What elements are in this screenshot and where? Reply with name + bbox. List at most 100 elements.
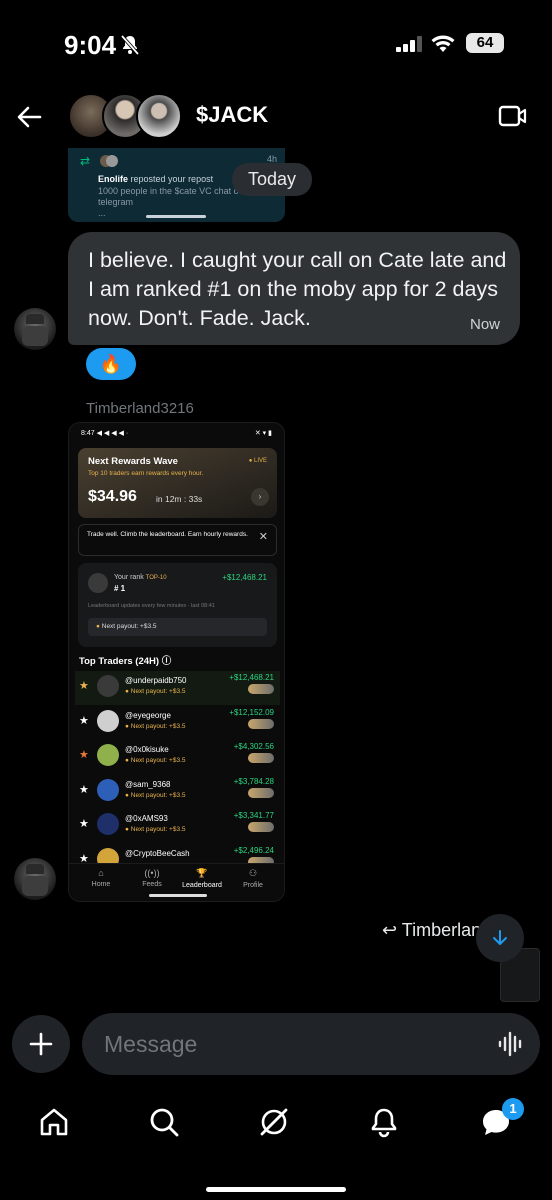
payout-dot-icon: ● xyxy=(96,623,100,630)
chat-header: $JACK xyxy=(0,90,552,148)
trader-payout: ● Next payout: +$3.5 xyxy=(125,688,186,695)
star-icon: ★ xyxy=(79,818,89,830)
message-bubble[interactable]: I believe. I caught your call on Cate la… xyxy=(68,232,520,345)
chat-title[interactable]: $JACK xyxy=(196,102,268,128)
plus-icon xyxy=(29,1032,53,1056)
trader-name: @0x0kisuke xyxy=(125,745,169,754)
star-icon: ★ xyxy=(79,680,89,692)
tab-label: Profile xyxy=(243,882,263,889)
coin-stack-icon xyxy=(248,719,274,729)
coin-stack-icon xyxy=(248,788,274,798)
avatar xyxy=(97,779,119,801)
scroll-down-button[interactable] xyxy=(476,914,524,962)
sender-avatar[interactable] xyxy=(14,858,56,900)
screenshot-status-icons: ✕ ▾ ▮ xyxy=(254,430,272,437)
trader-payout: ● Next payout: +$3.5 xyxy=(125,826,186,833)
search-icon xyxy=(150,1108,179,1137)
trader-name: @0xAMS93 xyxy=(125,814,168,823)
repost-user: Enolife reposted your repost xyxy=(98,174,213,184)
reply-preview[interactable]: ↩ Timberlanc xyxy=(382,920,490,941)
star-icon: ★ xyxy=(79,715,89,727)
video-call-icon[interactable] xyxy=(498,104,528,133)
avatar xyxy=(97,710,119,732)
tab-leaderboard: 🏆 Leaderboard xyxy=(177,868,227,889)
payout-dot-icon: ● xyxy=(125,826,129,833)
payout-dot-icon: ● xyxy=(125,688,129,695)
live-label: LIVE xyxy=(253,458,267,464)
repost-text-line1: 1000 people in the $cate VC chat o xyxy=(98,186,239,196)
repost-icon: ⇄ xyxy=(80,154,91,168)
trader-payout-text: Next payout: +$3.5 xyxy=(130,688,186,695)
repost-action: reposted your repost xyxy=(130,174,214,184)
silent-bell-icon xyxy=(120,34,140,61)
status-bar: 9:04 64 xyxy=(0,0,552,90)
tab-label: Leaderboard xyxy=(182,882,222,889)
avatar xyxy=(97,744,119,766)
coin-stack-icon xyxy=(248,753,274,763)
close-icon: ✕ xyxy=(258,531,268,543)
payout-dot-icon: ● xyxy=(125,723,129,730)
home-icon xyxy=(40,1108,68,1136)
tip-banner: Trade well. Climb the leaderboard. Earn … xyxy=(78,524,277,556)
add-attachment-button[interactable] xyxy=(12,1015,70,1073)
rank-label: Your rank TOP-10 xyxy=(114,574,167,581)
home-indicator xyxy=(206,1187,346,1192)
message-text: I believe. I caught your call on Cate la… xyxy=(88,248,507,330)
tip-text: Trade well. Climb the leaderboard. Earn … xyxy=(87,531,248,538)
trader-pnl: +$12,468.21 xyxy=(229,673,274,682)
group-avatars[interactable] xyxy=(68,93,188,141)
screenshot-status-time: 8:47 ◀ ◀ ◀ ◀ · xyxy=(81,430,129,437)
trader-name: @CryptoBeeCash xyxy=(125,849,190,858)
rank-tier: TOP-10 xyxy=(145,575,167,581)
trader-payout: ● Next payout: +$3.5 xyxy=(125,757,186,764)
fire-reaction[interactable]: 🔥 xyxy=(86,348,136,380)
back-arrow-icon[interactable] xyxy=(14,102,44,137)
message-input[interactable] xyxy=(104,1013,484,1075)
profile-icon: ⚇ xyxy=(248,868,258,878)
payout-dot-icon: ● xyxy=(125,792,129,799)
trader-row: ★ @0x0kisuke ● Next payout: +$3.5 +$4,302.5… xyxy=(75,740,280,774)
rank-label-text: Your rank xyxy=(114,574,144,581)
home-indicator xyxy=(149,894,207,897)
voice-message-icon[interactable] xyxy=(498,1031,524,1062)
payout-dot-icon: ● xyxy=(125,757,129,764)
repost-more: ... xyxy=(98,208,106,218)
nav-search[interactable] xyxy=(144,1102,184,1142)
nav-grok[interactable] xyxy=(254,1102,294,1142)
trader-payout-text: Next payout: +$3.5 xyxy=(130,723,186,730)
trader-pnl: +$3,784.28 xyxy=(233,777,274,786)
status-time: 9:04 xyxy=(64,30,117,60)
shared-screenshot[interactable]: 8:47 ◀ ◀ ◀ ◀ · ✕ ▾ ▮ Next Rewards Wave ●… xyxy=(68,422,285,902)
trader-payout-text: Next payout: +$3.5 xyxy=(130,757,186,764)
tab-label: Home xyxy=(91,881,111,888)
top-traders-title: Top Traders (24H) ⓘ xyxy=(79,656,172,667)
nav-notifications[interactable] xyxy=(364,1102,404,1142)
tab-home: ⌂ Home xyxy=(81,868,121,888)
tab-profile: ⚇ Profile xyxy=(233,868,273,889)
rewards-subtitle: Top 10 traders earn rewards every hour. xyxy=(88,470,204,477)
rewards-amount: $34.96 xyxy=(88,488,137,505)
trader-row: ★ @eyegeorge ● Next payout: +$3.5 +$12,152.… xyxy=(75,706,280,740)
tab-feeds: ((•)) Feeds xyxy=(132,868,172,888)
trader-pnl: +$12,152.09 xyxy=(229,708,274,717)
message-composer xyxy=(82,1013,540,1075)
nav-home[interactable] xyxy=(34,1102,74,1142)
rewards-countdown: in 12m : 33s xyxy=(156,494,203,504)
battery-indicator: 64 xyxy=(466,33,504,53)
tab-label: Feeds xyxy=(142,881,162,888)
coin-stack-icon xyxy=(248,822,274,832)
trader-payout: ● Next payout: +$3.5 xyxy=(125,723,186,730)
rank-card: Your rank TOP-10 # 1 +$12,468.21 Leaderb… xyxy=(78,563,277,647)
avatar xyxy=(88,573,108,593)
trader-row: ★ @0xAMS93 ● Next payout: +$3.5 +$3,341.77 xyxy=(75,809,280,843)
trader-row: ★ @sam_9368 ● Next payout: +$3.5 +$3,784.28 xyxy=(75,775,280,809)
top-traders-label: Top Traders (24H) xyxy=(79,656,160,667)
sender-avatar[interactable] xyxy=(14,308,56,350)
rewards-title: Next Rewards Wave xyxy=(88,456,178,467)
avatar xyxy=(100,154,118,168)
shared-by-name: Timberland3216 xyxy=(86,400,194,417)
rank-payout: ● Next payout: +$3.5 xyxy=(88,618,267,636)
trader-name: @underpaidb750 xyxy=(125,676,187,685)
screenshot-tab-bar: ⌂ Home ((•)) Feeds 🏆 Leaderboard ⚇ Profile xyxy=(69,863,284,901)
broadcast-icon: ((•)) xyxy=(144,868,160,878)
